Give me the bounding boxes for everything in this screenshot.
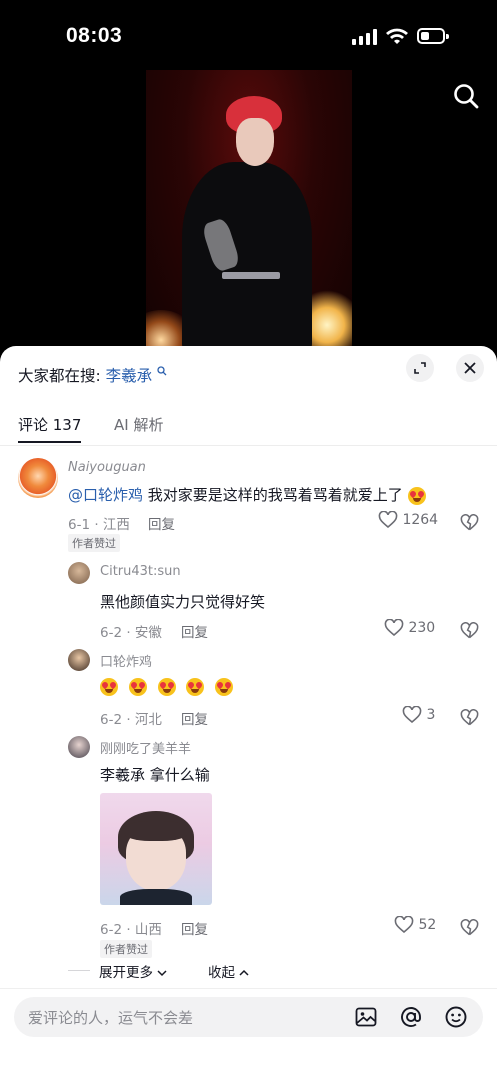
- tab-bar: 评论 137 AI 解析: [0, 404, 497, 446]
- like-button[interactable]: 52: [394, 915, 437, 934]
- heart-eyes-emoji-icon: [407, 486, 426, 505]
- avatar[interactable]: [68, 649, 90, 671]
- avatar[interactable]: [68, 736, 90, 758]
- mention-icon[interactable]: [399, 1005, 423, 1029]
- like-count: 230: [408, 620, 436, 636]
- input-placeholder: 爱评论的人，运气不会差: [28, 1009, 194, 1027]
- comment-username[interactable]: Naiyouguan: [68, 460, 146, 475]
- comment-image[interactable]: [100, 793, 212, 905]
- divider: [68, 970, 90, 971]
- reply-item: Citru43t:sun 黑他颜值实力只觉得好笑 6-2 · 安徽 回复 230: [0, 562, 497, 642]
- comment-text: @口轮炸鸡 我对家要是这样的我骂着骂着就爱上了: [68, 484, 432, 505]
- heart-icon: [402, 705, 422, 724]
- like-count: 3: [426, 707, 436, 723]
- chevron-down-icon: [157, 970, 167, 977]
- comment-item: Naiyouguan @口轮炸鸡 我对家要是这样的我骂着骂着就爱上了 6-1 ·…: [0, 456, 497, 552]
- chevron-up-icon: [239, 969, 249, 976]
- dislike-button[interactable]: [460, 917, 479, 937]
- heart-eyes-emoji-icon: [215, 677, 234, 696]
- expand-icon: [414, 362, 426, 374]
- like-count: 52: [418, 917, 437, 933]
- video-player[interactable]: [146, 70, 352, 350]
- broken-heart-icon: [460, 513, 479, 530]
- dislike-button[interactable]: [460, 620, 479, 640]
- hot-search-bar[interactable]: 大家都在搜: 李羲承: [18, 364, 167, 386]
- status-bar: 08:03: [0, 0, 497, 72]
- heart-icon: [394, 915, 414, 934]
- heart-icon: [378, 510, 398, 529]
- broken-heart-icon: [460, 621, 479, 638]
- expand-more-button[interactable]: 展开更多: [99, 961, 167, 981]
- small-search-icon: [157, 366, 167, 376]
- collapse-button[interactable]: 收起: [208, 961, 249, 981]
- close-button[interactable]: [456, 354, 484, 382]
- comment-sheet: 大家都在搜: 李羲承 评论 137 AI 解析 Naiyouguan @口轮炸鸡…: [0, 346, 497, 1080]
- search-icon[interactable]: [452, 82, 480, 110]
- image-icon[interactable]: [354, 1005, 378, 1029]
- comment-input[interactable]: 爱评论的人，运气不会差: [14, 997, 483, 1037]
- reply-button[interactable]: 回复: [181, 708, 208, 728]
- author-liked-badge: 作者赞过: [100, 940, 152, 958]
- hot-search-keyword[interactable]: 李羲承: [106, 367, 153, 385]
- tab-comments[interactable]: 评论 137: [18, 414, 82, 443]
- status-time: 08:03: [66, 24, 123, 47]
- tab-ai-analysis[interactable]: AI 解析: [114, 414, 163, 435]
- comment-meta: 6-1 · 江西: [68, 517, 130, 533]
- dislike-button[interactable]: [460, 512, 479, 532]
- like-count: 1264: [402, 512, 439, 528]
- comment-meta: 6-2 · 河北: [100, 712, 162, 728]
- reply-button[interactable]: 回复: [148, 513, 175, 533]
- mention-link[interactable]: @口轮炸鸡: [68, 486, 143, 504]
- expand-button[interactable]: [406, 354, 434, 382]
- avatar[interactable]: [18, 458, 58, 498]
- like-button[interactable]: 3: [402, 705, 436, 724]
- heart-eyes-emoji-icon: [100, 677, 118, 696]
- like-button[interactable]: 230: [384, 618, 436, 637]
- wifi-icon: [386, 28, 408, 44]
- reply-item: 口轮炸鸡 6-2 · 河北 回复 3: [0, 649, 497, 729]
- comment-username[interactable]: Citru43t:sun: [100, 564, 181, 579]
- heart-eyes-emoji-icon: [128, 677, 147, 696]
- broken-heart-icon: [460, 918, 479, 935]
- heart-eyes-emoji-icon: [157, 677, 176, 696]
- author-liked-badge: 作者赞过: [68, 534, 120, 552]
- battery-icon: [417, 28, 449, 44]
- broken-heart-icon: [460, 708, 479, 725]
- heart-eyes-emoji-icon: [186, 677, 205, 696]
- hot-search-label: 大家都在搜:: [18, 367, 101, 385]
- dislike-button[interactable]: [460, 707, 479, 727]
- comment-meta: 6-2 · 安徽: [100, 625, 162, 641]
- reply-button[interactable]: 回复: [181, 621, 208, 641]
- comment-username[interactable]: 刚刚吃了美羊羊: [100, 738, 191, 757]
- comment-emojis: [100, 677, 239, 696]
- signal-icon: [352, 29, 378, 45]
- reply-item: 刚刚吃了美羊羊 李羲承 拿什么输 6-2 · 山西 回复 52 作者赞过: [0, 736, 497, 958]
- comment-meta: 6-2 · 山西: [100, 922, 162, 938]
- heart-icon: [384, 618, 404, 637]
- avatar[interactable]: [68, 562, 90, 584]
- like-button[interactable]: 1264: [378, 510, 439, 529]
- comment-input-bar: 爱评论的人，运气不会差: [0, 988, 497, 1080]
- reply-button[interactable]: 回复: [181, 918, 208, 938]
- emoji-icon[interactable]: [444, 1005, 468, 1029]
- comment-text: 黑他颜值实力只觉得好笑: [100, 593, 266, 611]
- close-icon: [464, 362, 476, 374]
- comment-text: 李羲承 拿什么输: [100, 766, 210, 784]
- comment-username[interactable]: 口轮炸鸡: [100, 651, 152, 670]
